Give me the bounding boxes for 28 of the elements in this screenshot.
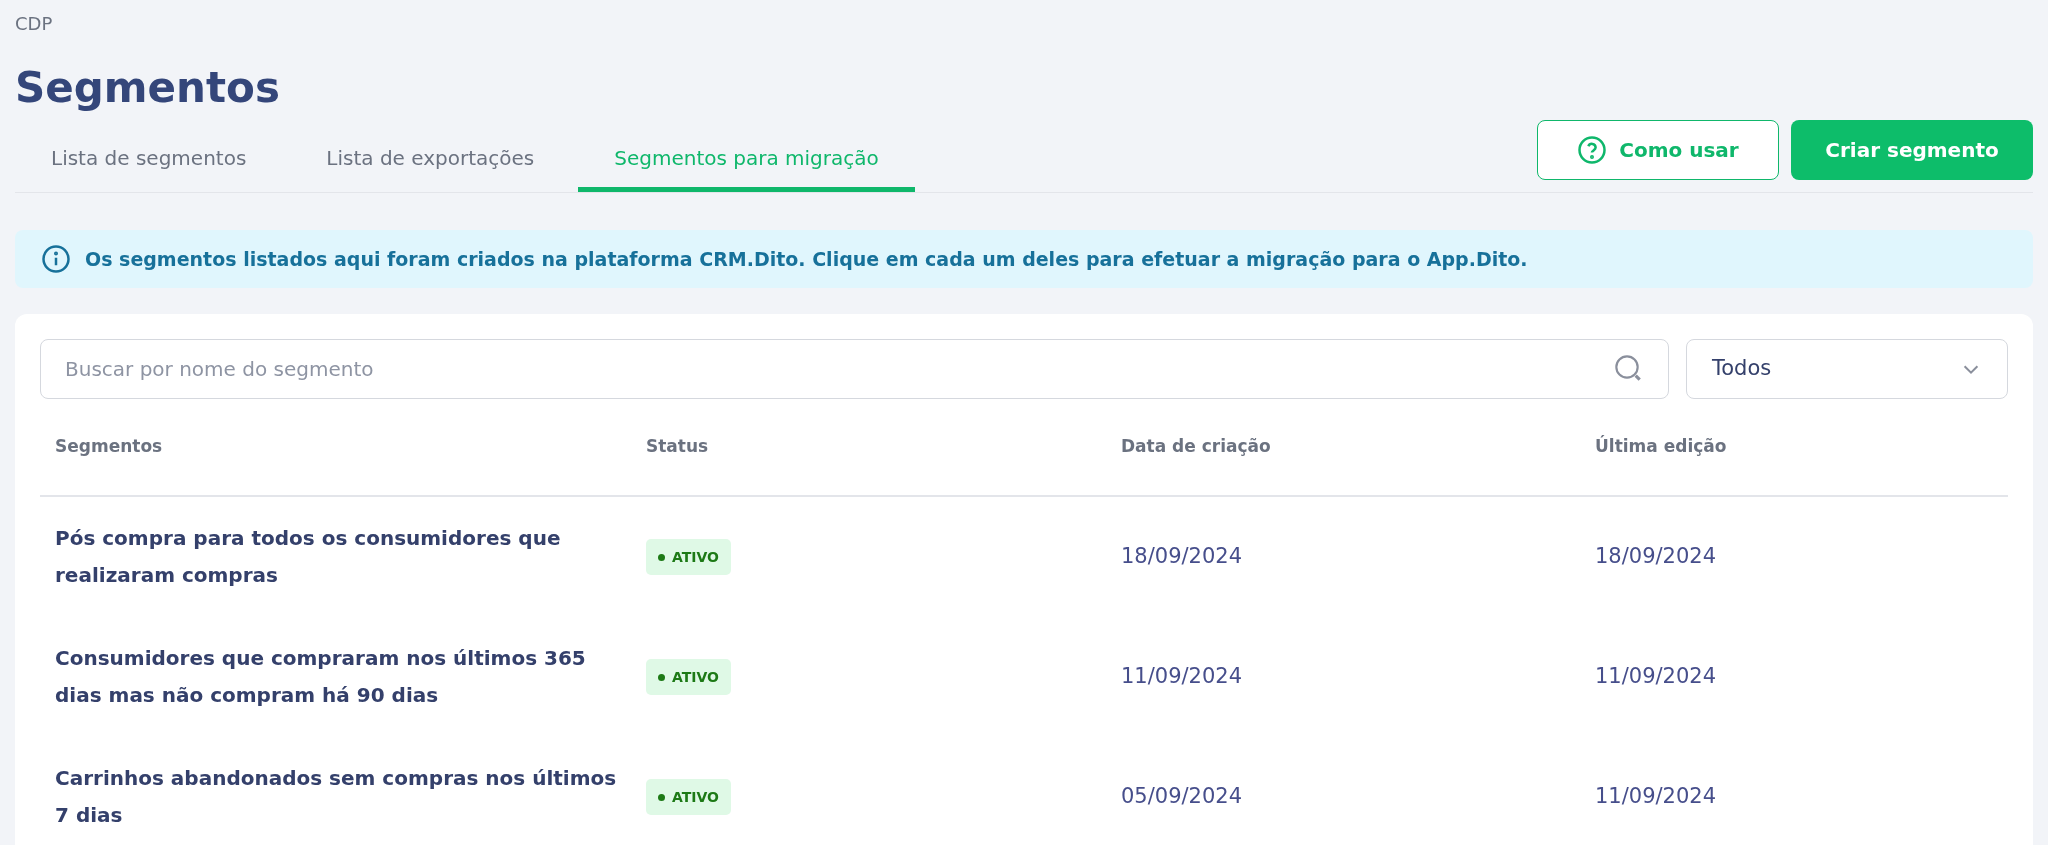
column-header: Status — [646, 435, 710, 459]
help-button[interactable]: Como usar — [1537, 120, 1779, 180]
info-text: Os segmentos listados aqui foram criados na plataforma CRM.Dito. Clique em cada um deles para efetuar a migração para o App.Dito. — [85, 246, 1528, 272]
help-icon — [1577, 135, 1608, 165]
tab[interactable]: Lista de exportações — [290, 137, 571, 192]
segment-name[interactable]: Consumidores que compraram nos últimos 365 dias mas não compram há 90 dias — [55, 640, 646, 714]
last-edit-date: 18/09/2024 — [1595, 543, 1718, 571]
status-badge: ATIVO — [646, 779, 731, 815]
segment-name[interactable]: Carrinhos abandonados sem compras nos últimos 7 dias — [55, 760, 646, 834]
last-edit-date: 11/09/2024 — [1595, 783, 1718, 811]
status-badge: ATIVO — [646, 539, 731, 575]
info-icon — [41, 244, 71, 274]
column-header: Última edição — [1595, 434, 1728, 459]
create-segment-button[interactable]: Criar segmento — [1791, 120, 2033, 180]
page-title: Segmentos — [15, 62, 281, 114]
tab[interactable]: Lista de segmentos — [15, 137, 283, 192]
column-header: Segmentos — [55, 435, 164, 459]
creation-date: 05/09/2024 — [1121, 783, 1244, 811]
tab[interactable]: Segmentos para migração — [578, 137, 915, 192]
creation-date: 11/09/2024 — [1121, 663, 1244, 691]
filter-dropdown[interactable]: Todos — [1686, 339, 2008, 399]
breadcrumb: CDP — [15, 12, 54, 34]
segment-name[interactable]: Pós compra para todos os consumidores que realizaram compras — [55, 520, 646, 594]
last-edit-date: 11/09/2024 — [1595, 663, 1718, 691]
status-badge: ATIVO — [646, 659, 731, 695]
creation-date: 18/09/2024 — [1121, 543, 1244, 571]
column-header: Data de criação — [1121, 435, 1272, 459]
search-field[interactable]: Buscar por nome do segmento — [40, 339, 1669, 399]
